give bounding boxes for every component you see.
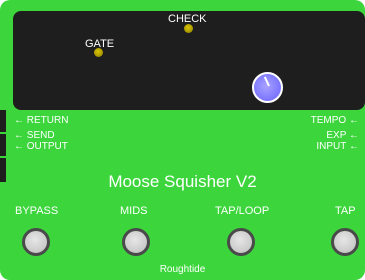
tap-label: TAP	[335, 205, 356, 217]
port-tempo-label: TEMPO ←	[310, 115, 359, 126]
port-exp-label: EXP ←	[326, 130, 359, 141]
bypass-footswitch[interactable]	[22, 228, 50, 256]
port-input-label: INPUT ←	[316, 141, 359, 152]
knob-indicator	[263, 76, 270, 87]
gate-led	[94, 48, 103, 57]
main-knob[interactable]	[252, 72, 283, 103]
tap-loop-label: TAP/LOOP	[215, 205, 270, 217]
return-jack	[0, 110, 6, 132]
pedal-title: Moose Squisher V2	[108, 172, 257, 191]
send-jack	[0, 134, 6, 156]
check-led	[184, 24, 193, 33]
tap-footswitch[interactable]	[331, 228, 359, 256]
port-send-label: ← SEND	[14, 130, 55, 141]
mids-label: MIDS	[120, 205, 148, 217]
port-output-label: ← OUTPUT	[14, 141, 68, 152]
mids-footswitch[interactable]	[122, 228, 150, 256]
port-return-label: ← RETURN	[14, 115, 69, 126]
tap-loop-footswitch[interactable]	[227, 228, 255, 256]
pedal-body: CHECK GATE ← RETURN ← SEND ← OUTPUT TEMP…	[0, 0, 365, 280]
brand-name: Roughtide	[159, 264, 206, 275]
bypass-label: BYPASS	[15, 205, 59, 217]
